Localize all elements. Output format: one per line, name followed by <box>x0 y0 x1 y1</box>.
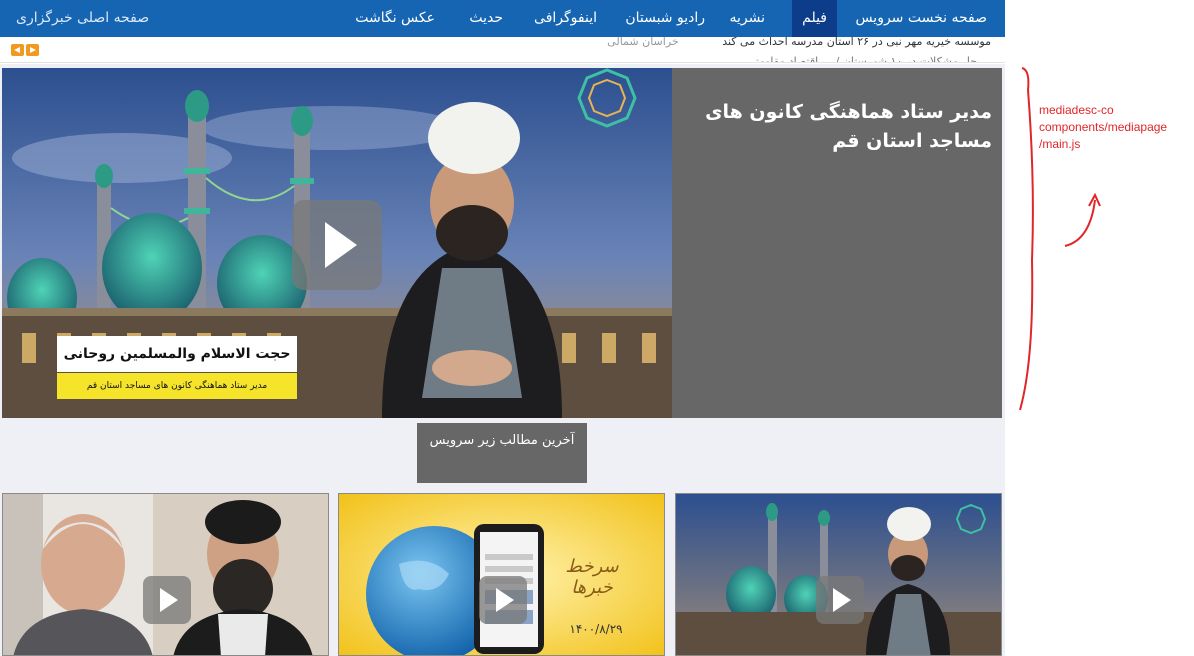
nav-item-infographic[interactable]: اینفوگرافی <box>524 0 607 37</box>
nav-item-magazine[interactable]: نشریه <box>719 0 775 37</box>
ticker-source: خراسان شمالی <box>607 37 679 48</box>
nav-item-radio-shabestan[interactable]: رادیو شبستان <box>615 0 715 37</box>
featured-video-info: مدیر ستاد هماهنگی کانون های مساجد استان … <box>672 68 1002 418</box>
play-button[interactable] <box>292 200 382 290</box>
arrow-left-icon <box>14 47 20 53</box>
video-thumbnail[interactable] <box>2 493 329 656</box>
ticker-next-button[interactable] <box>26 44 39 56</box>
speaker-role-caption: مدیر ستاد هماهنگی کانون های مساجد استان … <box>57 373 297 399</box>
nav-item-photo-note[interactable]: عکس نگاشت <box>345 0 445 37</box>
news-agency-home-link[interactable]: صفحه اصلی خبرگزاری <box>16 0 149 37</box>
play-button[interactable] <box>816 576 864 624</box>
arrow-right-icon <box>30 47 36 53</box>
video-thumbnail[interactable]: سرخط خبرها ۱۴۰۰/۸/۲۹ <box>338 493 665 656</box>
annotation-line: /main.js <box>1039 137 1081 151</box>
featured-video-thumbnail[interactable]: حجت الاسلام والمسلمین روحانی مدیر ستاد ه… <box>2 68 672 418</box>
play-button[interactable] <box>143 576 191 624</box>
ticker-controls <box>11 44 39 56</box>
page: صفحه نخست سرویس فیلم نشریه رادیو شبستان … <box>0 0 1194 656</box>
annotation-line: components/mediapage <box>1039 120 1168 134</box>
ticker-prev-button[interactable] <box>11 44 24 56</box>
nav-item-film[interactable]: فیلم <box>792 0 837 37</box>
thumbnail-brand-text: سرخط خبرها <box>565 556 619 598</box>
thumbnail-image <box>3 494 328 655</box>
thumbnail-image <box>676 494 1001 655</box>
featured-video-title[interactable]: مدیر ستاد هماهنگی کانون های مساجد استان … <box>680 98 992 157</box>
news-ticker: موسسه خیریه مهر نبی در ۲۶ استان مدرسه اح… <box>0 37 1005 63</box>
nav-item-hadith[interactable]: حدیث <box>459 0 513 37</box>
speaker-name-caption: حجت الاسلام والمسلمین روحانی <box>57 336 297 372</box>
annotation-text: mediadesc-co components/mediapage /main.… <box>1039 102 1167 153</box>
ticker-headline[interactable]: موسسه خیریه مهر نبی در ۲۶ استان مدرسه اح… <box>722 37 991 48</box>
ticker-item[interactable]: موسسه خیریه مهر نبی در ۲۶ استان مدرسه اح… <box>607 37 991 48</box>
annotation-line: mediadesc-co <box>1039 103 1114 117</box>
nav-item-service-home[interactable]: صفحه نخست سرویس <box>845 0 997 37</box>
video-thumbnail[interactable] <box>675 493 1002 656</box>
top-nav: صفحه نخست سرویس فیلم نشریه رادیو شبستان … <box>0 0 1005 37</box>
thumbnail-date: ۱۴۰۰/۸/۲۹ <box>569 622 623 636</box>
play-button[interactable] <box>479 576 527 624</box>
latest-in-service-button[interactable]: آخرین مطالب زیر سرویس <box>417 423 587 483</box>
ticker-item-next[interactable]: ... حل مشکلات در ۱۰ شهرستان / ... اقتصاد… <box>747 55 991 62</box>
featured-video: حجت الاسلام والمسلمین روحانی مدیر ستاد ه… <box>2 68 1002 418</box>
